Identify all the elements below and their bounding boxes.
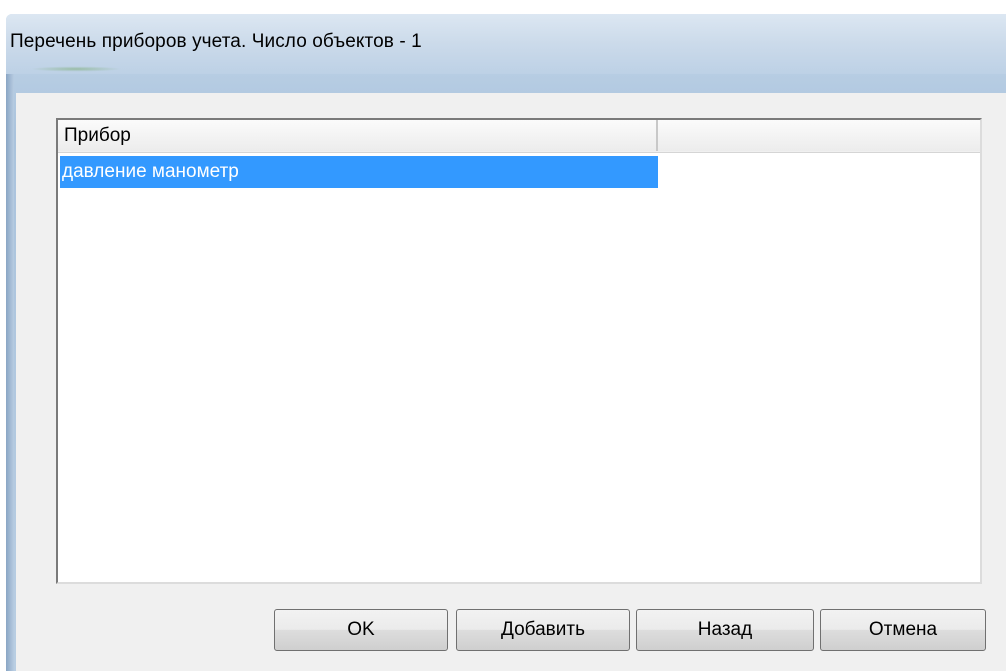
list-header: Прибор	[58, 120, 980, 153]
cancel-button[interactable]: Отмена	[820, 609, 986, 651]
column-header-empty[interactable]	[658, 120, 980, 151]
back-button[interactable]: Назад	[636, 609, 814, 651]
dialog-client-area: Прибор давление манометр OK Добавить Наз…	[16, 93, 1006, 671]
column-header-device[interactable]: Прибор	[58, 120, 658, 151]
title-bar[interactable]: Перечень приборов учета. Число объектов …	[6, 14, 1006, 74]
add-button[interactable]: Добавить	[456, 609, 630, 651]
window-title: Перечень приборов учета. Число объектов …	[10, 31, 422, 52]
window-frame-left	[6, 74, 14, 671]
meters-list[interactable]: Прибор давление манометр	[56, 118, 982, 584]
ok-button[interactable]: OK	[274, 609, 448, 651]
list-item[interactable]: давление манометр	[60, 156, 658, 188]
dialog-window: Перечень приборов учета. Число объектов …	[6, 14, 1006, 671]
